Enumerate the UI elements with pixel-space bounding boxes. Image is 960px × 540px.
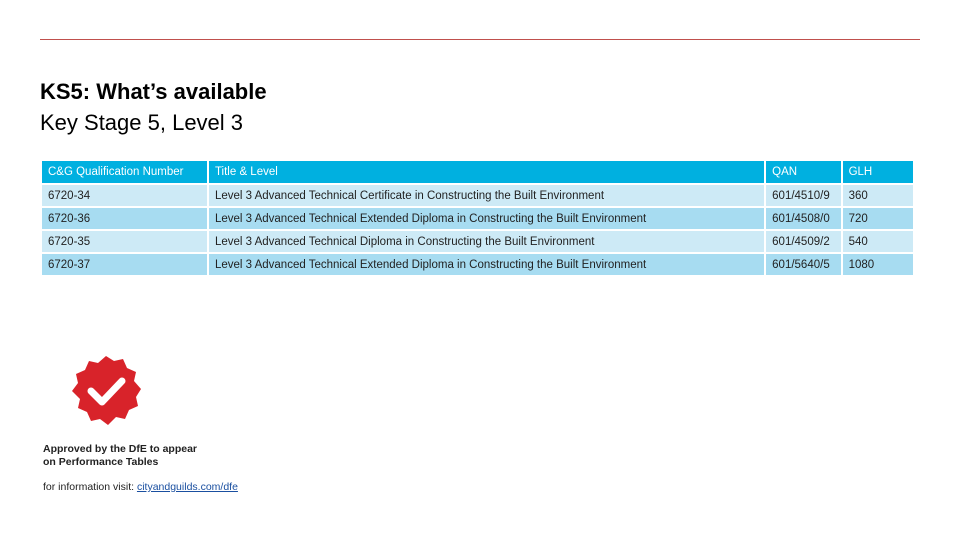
title-level-cell: Level 3 Advanced Technical Extended Dipl…	[208, 254, 765, 275]
qan-cell: 601/4510/9	[766, 185, 841, 206]
qan-cell: 601/4509/2	[766, 231, 841, 252]
qualification-number-cell: 6720-35	[42, 231, 207, 252]
table-row: 6720-37 Level 3 Advanced Technical Exten…	[42, 254, 913, 275]
info-prefix: for information visit:	[43, 481, 135, 493]
column-header-qualification-number: C&G Qualification Number	[42, 161, 207, 183]
qan-cell: 601/5640/5	[766, 254, 841, 275]
title-level-cell: Level 3 Advanced Technical Extended Dipl…	[208, 208, 765, 229]
qualification-number-cell: 6720-34	[42, 185, 207, 206]
slide-subtitle: Key Stage 5, Level 3	[40, 110, 244, 135]
glh-cell: 360	[842, 185, 913, 206]
title-level-cell: Level 3 Advanced Technical Certificate i…	[208, 185, 765, 206]
slide-title: KS5: What’s available	[40, 79, 267, 104]
approval-line-1: Approved by the DfE to appear	[43, 443, 198, 455]
glh-cell: 540	[842, 231, 913, 252]
qan-cell: 601/4508/0	[766, 208, 841, 229]
approval-text: Approved by the DfE to appear on Perform…	[43, 443, 243, 469]
qualification-number-cell: 6720-37	[42, 254, 207, 275]
info-link[interactable]: cityandguilds.com/dfe	[137, 481, 238, 493]
info-line: for information visit: cityandguilds.com…	[43, 481, 238, 493]
column-header-qan: QAN	[766, 161, 841, 183]
table-row: 6720-35 Level 3 Advanced Technical Diplo…	[42, 231, 913, 252]
table-row: 6720-36 Level 3 Advanced Technical Exten…	[42, 208, 913, 229]
qualification-number-cell: 6720-36	[42, 208, 207, 229]
checkmark-seal-icon	[72, 356, 141, 425]
approval-line-2: on Performance Tables	[43, 456, 159, 468]
table-header-row: C&G Qualification Number Title & Level Q…	[42, 161, 913, 183]
qualifications-table: C&G Qualification Number Title & Level Q…	[40, 159, 915, 277]
glh-cell: 1080	[842, 254, 913, 275]
column-header-title-level: Title & Level	[208, 161, 765, 183]
glh-cell: 720	[842, 208, 913, 229]
column-header-glh: GLH	[842, 161, 913, 183]
table-row: 6720-34 Level 3 Advanced Technical Certi…	[42, 185, 913, 206]
title-level-cell: Level 3 Advanced Technical Diploma in Co…	[208, 231, 765, 252]
header-divider	[40, 39, 920, 40]
